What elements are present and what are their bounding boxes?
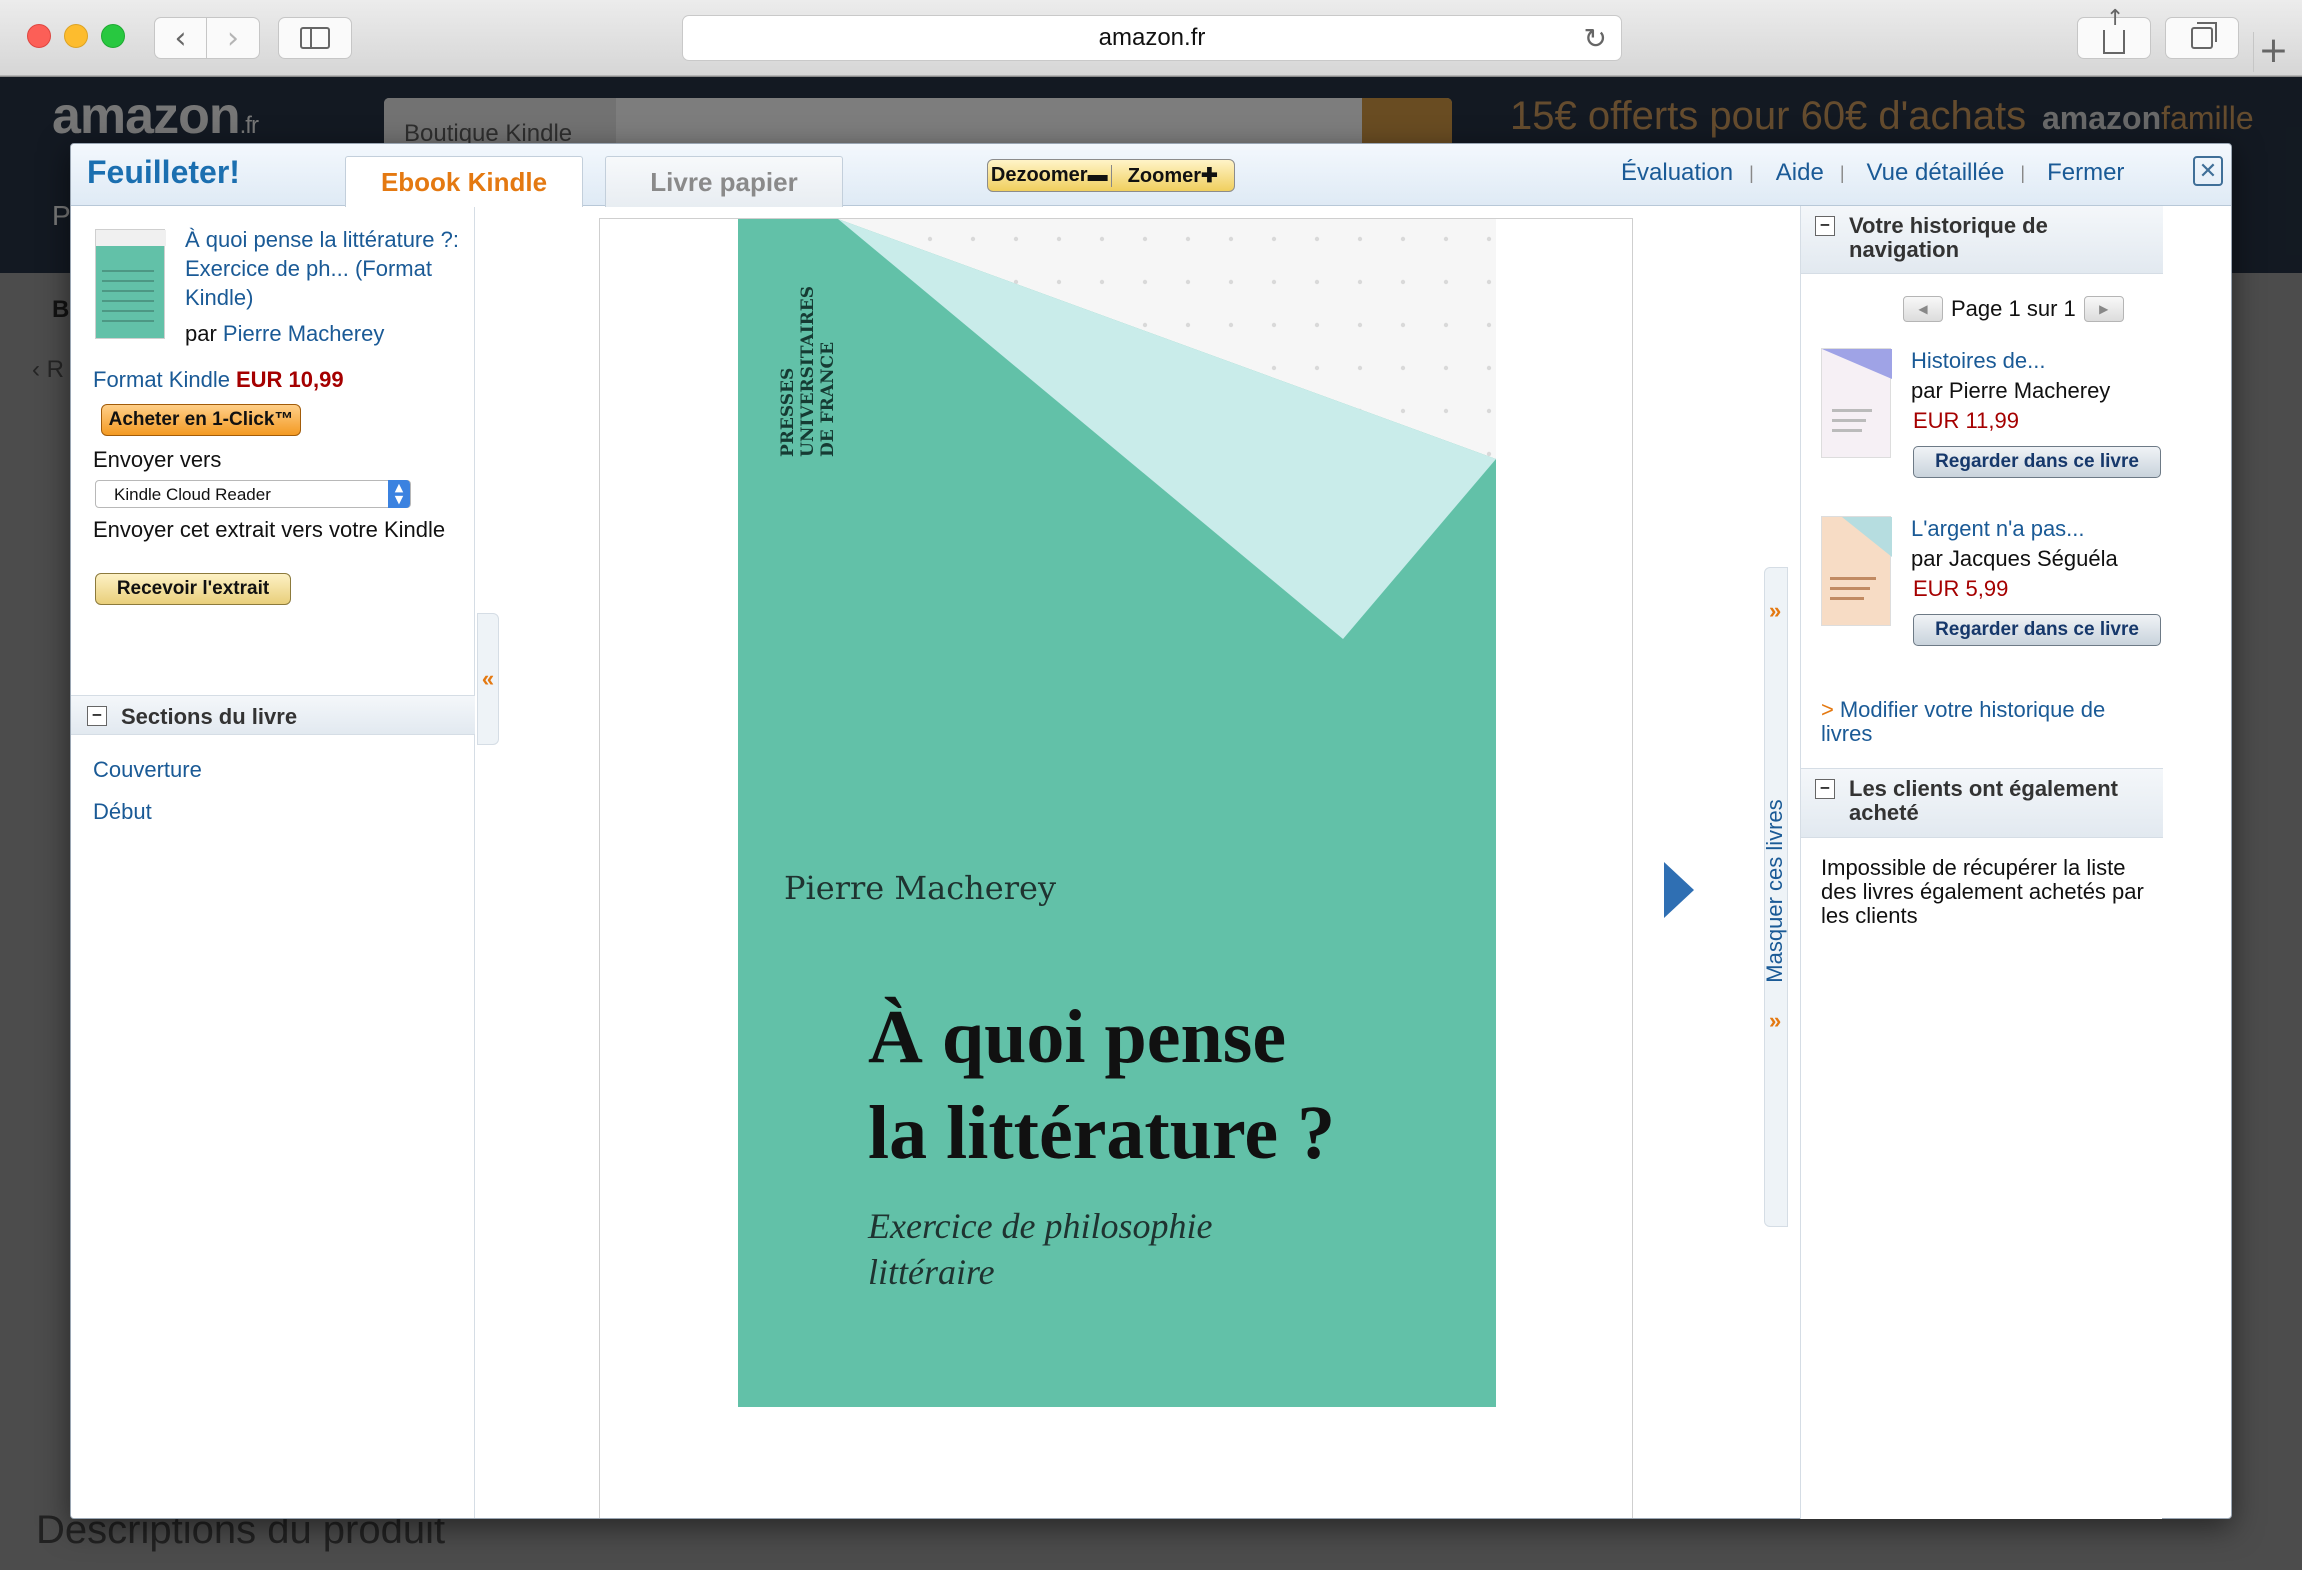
share-icon [2103, 6, 2125, 54]
history-item-thumbnail[interactable] [1821, 348, 1892, 458]
look-inside-button[interactable]: Regarder dans ce livre [1913, 614, 2161, 646]
zoom-window-button[interactable] [101, 24, 125, 48]
format-label[interactable]: Format Kindle [93, 367, 230, 392]
plus-icon: + [2258, 30, 2289, 71]
collapse-icon[interactable]: − [87, 706, 107, 726]
format-price: Format Kindle EUR 10,99 [93, 367, 344, 393]
triangle-left-icon: ◀ [1918, 302, 1928, 316]
tabs-icon [2191, 22, 2217, 49]
send-to-select[interactable]: Kindle Cloud Reader ▲ ▼ [95, 480, 411, 508]
select-arrows-icon: ▲ ▼ [388, 480, 410, 508]
address-bar[interactable]: amazon.fr ↻ [682, 15, 1622, 61]
url-text: amazon.fr [1098, 24, 1206, 51]
feuilleter-logo: Feuilleter! [87, 154, 240, 190]
publisher-logo: PRESSES UNIVERSITAIRES DE FRANCE [778, 285, 838, 457]
also-bought-heading[interactable]: − Les clients ont également acheté [1801, 768, 2163, 838]
minimize-window-button[interactable] [64, 24, 88, 48]
modal-header: Feuilleter! Ebook Kindle Livre papier De… [71, 144, 2231, 207]
extract-label: Envoyer cet extrait vers votre Kindle [93, 517, 446, 542]
history-item-author: par Pierre Macherey [1911, 378, 2111, 403]
triangle-right-icon: ▶ [2099, 302, 2109, 316]
sections-heading[interactable]: − Sections du livre [71, 695, 475, 735]
history-panel: − Votre historique de navigation ◀ Page … [1800, 206, 2163, 1519]
chevron-right-icon: › [227, 20, 239, 56]
collapse-icon[interactable]: − [1815, 216, 1835, 236]
send-to-label: Envoyer vers [93, 447, 222, 472]
collapse-left-panel-button[interactable]: « [477, 613, 499, 745]
book-info-panel: À quoi pense la littérature ?: Exercice … [71, 207, 475, 1518]
help-link[interactable]: Aide [1776, 159, 1824, 187]
buy-one-click-button[interactable]: Acheter en 1-Click™ [101, 404, 301, 436]
history-item-price: EUR 5,99 [1913, 576, 2009, 601]
cover-title: À quoi pense la littérature ? [868, 995, 1336, 1175]
plus-icon: ✚ [1201, 165, 1218, 187]
share-button[interactable] [2077, 6, 2151, 59]
double-chevron-right-icon: » [1769, 1008, 1782, 1033]
book-cover: PRESSES UNIVERSITAIRES DE FRANCE Pierre … [738, 219, 1496, 1407]
next-page-arrow-icon[interactable] [1664, 862, 1694, 918]
evaluation-link[interactable]: Évaluation [1621, 159, 1733, 187]
author-link[interactable]: Pierre Macherey [223, 321, 384, 346]
book-reader[interactable]: PRESSES UNIVERSITAIRES DE FRANCE Pierre … [599, 218, 1633, 1518]
reload-icon[interactable]: ↻ [1584, 22, 1607, 55]
look-inside-button[interactable]: Regarder dans ce livre [1913, 446, 2161, 478]
zoom-out-button[interactable]: Dezoomer▬ [988, 164, 1111, 187]
book-author: par Pierre Macherey [185, 321, 385, 346]
minus-icon: ▬ [1087, 164, 1108, 186]
tab-overview-button[interactable] [2165, 17, 2239, 59]
modify-history-link[interactable]: > Modifier votre historique de livres [1821, 698, 2161, 746]
sidebar-toggle-button[interactable] [278, 17, 352, 59]
tab-livre-papier[interactable]: Livre papier [605, 156, 843, 207]
close-window-button[interactable] [27, 24, 51, 48]
history-heading[interactable]: − Votre historique de navigation [1801, 206, 2163, 274]
header-links: Évaluation | Aide | Vue détaillée | Fermer [1621, 159, 2125, 187]
sidebar-icon [300, 27, 330, 49]
also-bought-message: Impossible de récupérer la liste des liv… [1821, 855, 2144, 928]
hide-books-handle[interactable]: » Masquer ces livres » [1762, 567, 1788, 1227]
back-button[interactable]: ‹ [154, 17, 207, 59]
history-item-title[interactable]: Histoires de... [1911, 348, 2046, 374]
chevron-left-icon: ‹ [174, 20, 187, 56]
book-thumbnail[interactable] [95, 229, 166, 339]
cover-author: Pierre Macherey [784, 869, 1057, 907]
collapse-icon[interactable]: − [1815, 779, 1835, 799]
close-icon[interactable]: ✕ [2193, 156, 2223, 186]
chevron-right-icon: > [1821, 697, 1834, 722]
detail-view-link[interactable]: Vue détaillée [1867, 159, 2005, 187]
zoom-control: Dezoomer▬ Zoomer✚ [987, 159, 1235, 192]
cover-subtitle: Exercice de philosophie littéraire [868, 1206, 1213, 1292]
browser-toolbar: ‹ › amazon.fr ↻ + [0, 0, 2302, 76]
double-chevron-right-icon: » [1769, 598, 1782, 623]
zoom-in-button[interactable]: Zoomer✚ [1112, 163, 1235, 188]
tab-ebook-kindle[interactable]: Ebook Kindle [345, 156, 583, 207]
next-page-button[interactable]: ▶ [2083, 296, 2124, 322]
history-item-author: par Jacques Séguéla [1911, 546, 2118, 571]
price: EUR 10,99 [235, 367, 344, 392]
history-pager: ◀ Page 1 sur 1 ▶ [1895, 296, 2132, 322]
history-item-price: EUR 11,99 [1913, 408, 2019, 433]
receive-extract-button[interactable]: Recevoir l'extrait [95, 573, 291, 605]
section-start-link[interactable]: Début [93, 799, 152, 825]
close-link[interactable]: Fermer [2047, 159, 2124, 187]
book-title-link[interactable]: À quoi pense la littérature ?: Exercice … [185, 225, 475, 312]
new-tab-button[interactable]: + [2253, 32, 2293, 72]
prev-page-button[interactable]: ◀ [1903, 296, 1943, 322]
history-item-thumbnail[interactable] [1821, 516, 1892, 626]
forward-button[interactable]: › [207, 17, 260, 59]
history-item-title[interactable]: L'argent n'a pas... [1911, 516, 2085, 542]
page-label: Page 1 sur 1 [1951, 296, 2076, 321]
hide-books-label[interactable]: Masquer ces livres [1762, 781, 1788, 1001]
section-cover-link[interactable]: Couverture [93, 757, 202, 783]
double-chevron-left-icon: « [481, 666, 495, 691]
